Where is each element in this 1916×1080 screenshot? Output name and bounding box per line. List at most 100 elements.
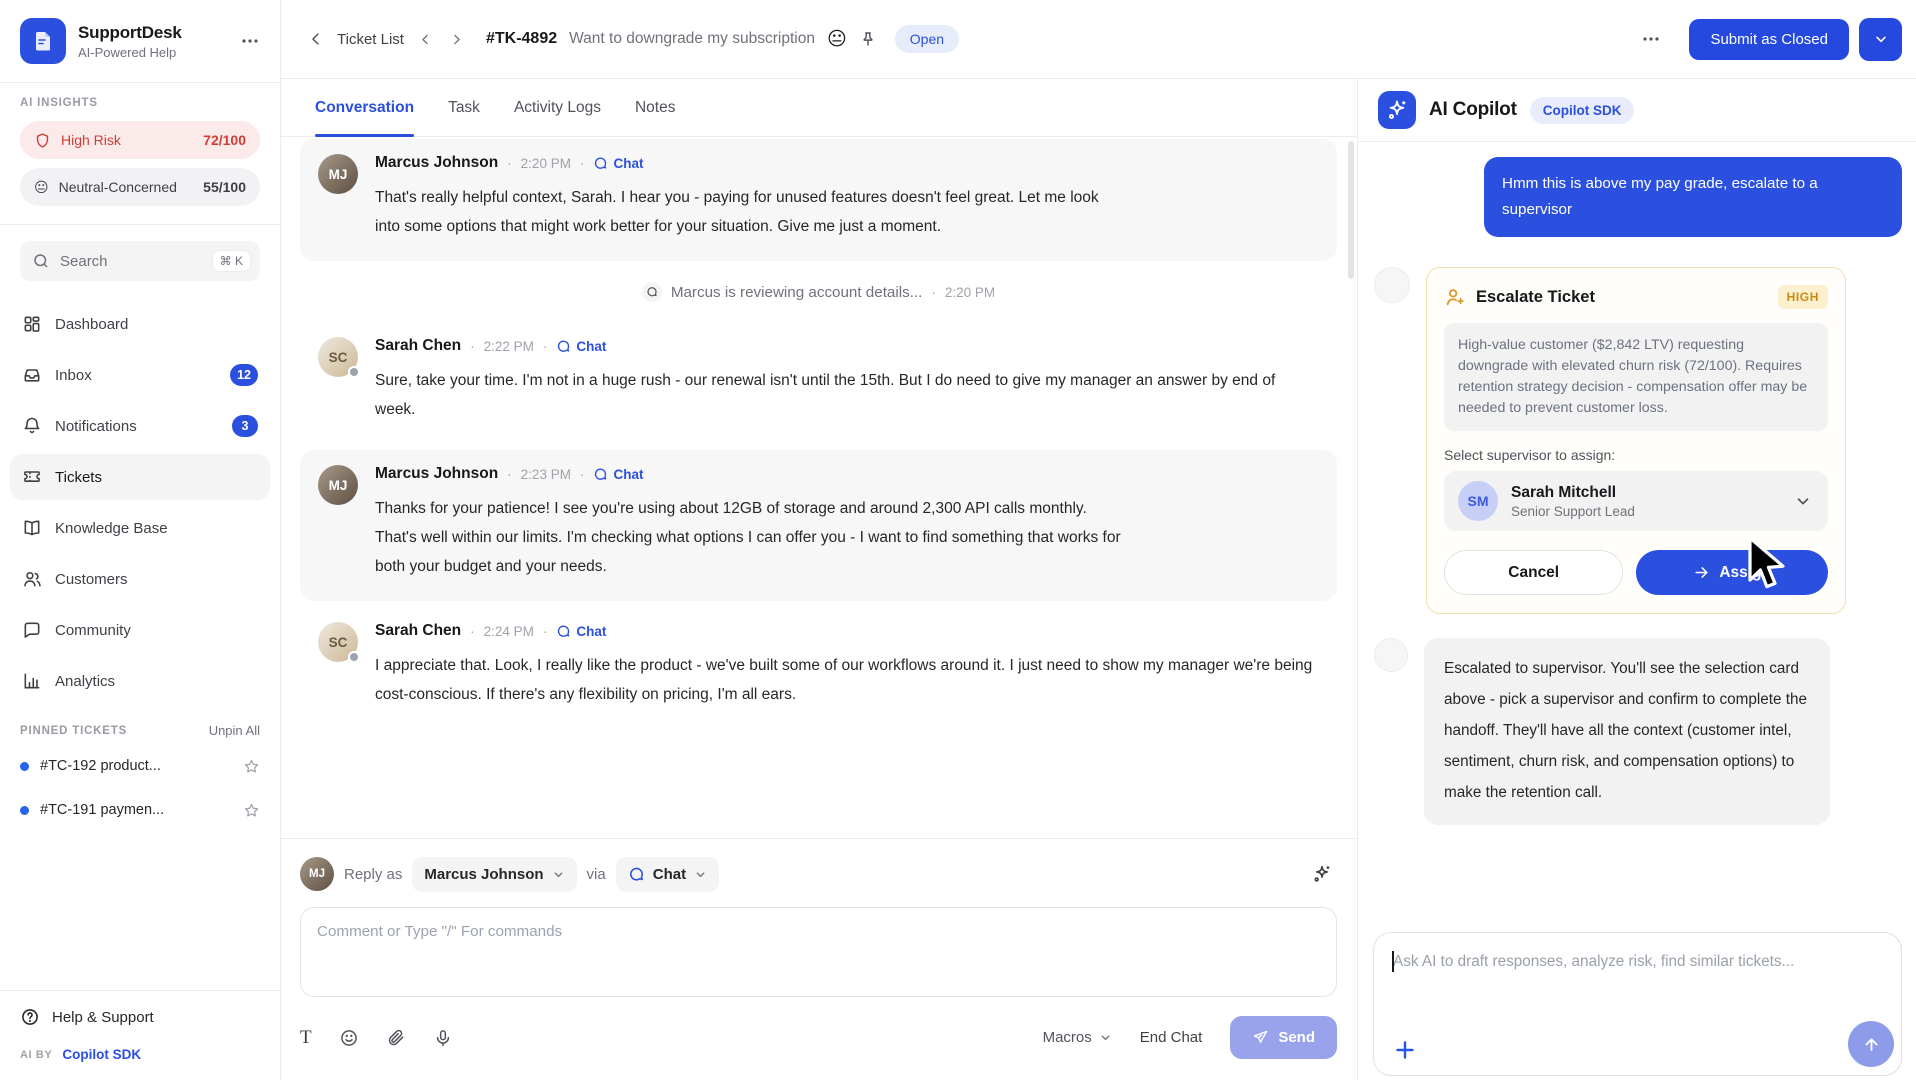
copilot-sdk-link[interactable]: Copilot SDK <box>62 1047 141 1062</box>
message-author: Marcus Johnson <box>375 154 498 172</box>
scrollbar-thumb[interactable] <box>1348 141 1354 279</box>
tab-task[interactable]: Task <box>448 79 480 136</box>
ai-copilot-panel: AI Copilot Copilot SDK Hmm this is above… <box>1357 79 1916 1080</box>
ticket-dot <box>20 762 29 771</box>
sidebar-item-tickets[interactable]: Tickets <box>10 454 270 500</box>
message-author: Sarah Chen <box>375 337 461 355</box>
escalate-ticket-card: Escalate Ticket HIGH High-value customer… <box>1426 267 1846 614</box>
question-circle-icon <box>20 1007 40 1027</box>
status-badge[interactable]: Open <box>895 25 959 53</box>
unpin-all-button[interactable]: Unpin All <box>209 723 260 738</box>
sidebar-item-analytics[interactable]: Analytics <box>10 658 270 704</box>
chevron-down-icon <box>694 868 707 881</box>
sidebar-item-label: Community <box>55 622 131 639</box>
channel-select[interactable]: Chat <box>616 857 719 892</box>
message-time: 2:23 PM <box>521 467 571 482</box>
sidebar-item-community[interactable]: Community <box>10 607 270 653</box>
chevron-down-icon <box>1794 492 1812 510</box>
help-support-item[interactable]: Help & Support <box>20 1007 260 1027</box>
submit-options-dropdown[interactable] <box>1859 18 1902 61</box>
sidebar-item-customers[interactable]: Customers <box>10 556 270 602</box>
inbox-count-badge: 12 <box>230 364 258 386</box>
message-text: I appreciate that. Look, I really like t… <box>375 651 1319 709</box>
message-author: Marcus Johnson <box>375 465 498 483</box>
search-placeholder: Search <box>60 253 108 270</box>
sidebar-item-label: Customers <box>55 571 128 588</box>
tab-activity-logs[interactable]: Activity Logs <box>514 79 601 136</box>
ask-ai-send-button[interactable] <box>1848 1021 1894 1067</box>
emoji-icon[interactable] <box>339 1028 359 1048</box>
ai-avatar <box>1374 267 1410 303</box>
copilot-input-area <box>1358 932 1916 1080</box>
channel-chip[interactable]: Chat <box>556 339 606 354</box>
text-format-icon[interactable]: T <box>300 1027 312 1049</box>
send-button[interactable]: Send <box>1230 1016 1337 1059</box>
message-text: Thanks for your patience! I see you're u… <box>375 494 1123 581</box>
macros-dropdown[interactable]: Macros <box>1043 1029 1112 1046</box>
reply-as-select[interactable]: Marcus Johnson <box>412 857 576 892</box>
message-list[interactable]: MJ Marcus Johnson 2:20 PM Chat That's re… <box>281 137 1357 838</box>
ticket-id: #TK-4892 <box>486 30 557 48</box>
prev-ticket-icon[interactable] <box>418 32 433 47</box>
app-name: SupportDesk <box>78 23 228 43</box>
ticket-title: Want to downgrade my subscription <box>569 30 815 48</box>
pinned-tickets-section: PINNED TICKETS Unpin All #TC-192 product… <box>0 709 280 832</box>
high-risk-pill[interactable]: High Risk 72/100 <box>20 121 260 159</box>
sentiment-pill[interactable]: 😐 Neutral-Concerned 55/100 <box>20 168 260 206</box>
user-message-bubble: Hmm this is above my pay grade, escalate… <box>1484 157 1902 237</box>
assign-button[interactable]: Assign <box>1636 550 1828 595</box>
add-attachment-icon[interactable] <box>1393 1038 1417 1062</box>
user-plus-icon <box>1444 286 1466 308</box>
back-icon[interactable] <box>307 30 325 48</box>
star-icon[interactable] <box>243 802 260 819</box>
sentiment-score: 55/100 <box>203 179 246 195</box>
next-ticket-icon[interactable] <box>449 32 464 47</box>
cancel-button[interactable]: Cancel <box>1444 550 1623 595</box>
sidebar-item-label: Analytics <box>55 673 115 690</box>
ask-ai-input[interactable] <box>1374 933 1901 1075</box>
book-icon <box>22 518 42 538</box>
channel-chip[interactable]: Chat <box>556 624 606 639</box>
channel-chip[interactable]: Chat <box>593 156 643 171</box>
tab-conversation[interactable]: Conversation <box>315 79 414 136</box>
dashboard-icon <box>22 314 42 334</box>
chat-bubble-icon <box>628 866 645 883</box>
end-chat-button[interactable]: End Chat <box>1140 1029 1203 1046</box>
copilot-chat[interactable]: Hmm this is above my pay grade, escalate… <box>1358 142 1916 932</box>
chevron-down-icon <box>1099 1031 1112 1044</box>
pinned-ticket-tc-192[interactable]: #TC-192 product... <box>20 744 260 788</box>
sidebar-item-knowledge-base[interactable]: Knowledge Base <box>10 505 270 551</box>
app-logo <box>20 18 66 64</box>
bar-chart-icon <box>22 671 42 691</box>
microphone-icon[interactable] <box>433 1028 453 1048</box>
high-risk-score: 72/100 <box>203 132 246 148</box>
channel-chip[interactable]: Chat <box>593 467 643 482</box>
sidebar-item-inbox[interactable]: Inbox 12 <box>10 352 270 398</box>
tab-notes[interactable]: Notes <box>635 79 676 136</box>
pinned-ticket-tc-191[interactable]: #TC-191 paymen... <box>20 788 260 832</box>
neutral-face-emoji: 😐 <box>34 179 49 196</box>
comment-input[interactable] <box>300 907 1337 997</box>
sentiment-label: Neutral-Concerned <box>59 179 177 195</box>
app-window: SupportDesk AI-Powered Help AI INSIGHTS … <box>0 0 1916 1080</box>
sidebar-menu-icon[interactable] <box>240 31 260 51</box>
submit-as-closed-button[interactable]: Submit as Closed <box>1689 19 1849 60</box>
chat-bubble-icon <box>22 620 42 640</box>
status-text: Marcus is reviewing account details... <box>671 284 923 301</box>
more-options-icon[interactable] <box>1631 23 1671 55</box>
supervisor-select[interactable]: SM Sarah Mitchell Senior Support Lead <box>1444 471 1828 531</box>
agent-status-row: Marcus is reviewing account details... 2… <box>300 282 1337 302</box>
attachment-icon[interactable] <box>386 1028 406 1048</box>
sidebar-item-label: Notifications <box>55 418 137 435</box>
avatar: MJ <box>318 465 358 505</box>
sidebar-item-notifications[interactable]: Notifications 3 <box>10 403 270 449</box>
search-input[interactable]: Search ⌘ K <box>20 241 260 281</box>
ai-avatar <box>1374 638 1408 672</box>
sidebar-item-dashboard[interactable]: Dashboard <box>10 301 270 347</box>
ai-sparkle-icon[interactable] <box>1307 859 1337 889</box>
help-support-label: Help & Support <box>52 1009 154 1026</box>
pin-icon[interactable] <box>859 30 877 48</box>
breadcrumb-ticket-list[interactable]: Ticket List <box>337 31 404 48</box>
star-icon[interactable] <box>243 758 260 775</box>
search-section: Search ⌘ K <box>0 225 280 289</box>
